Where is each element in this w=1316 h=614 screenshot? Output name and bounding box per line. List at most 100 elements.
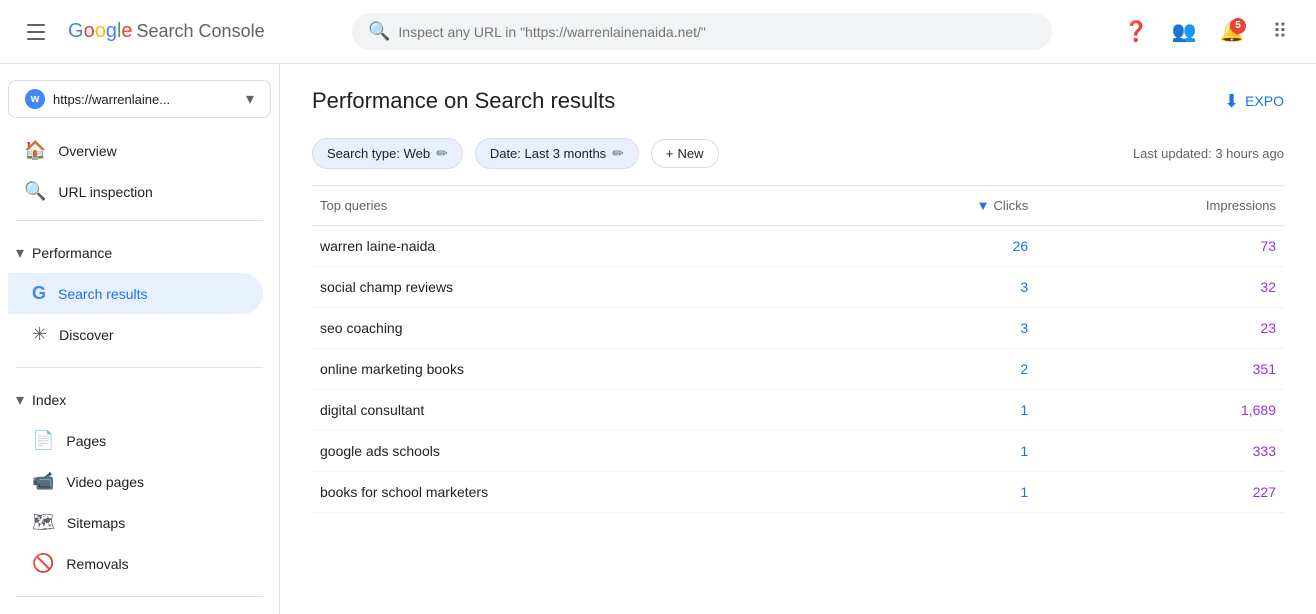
table-row: books for school marketers 1 227 <box>312 472 1284 513</box>
sidebar: w https://warrenlaine... ▾ 🏠 Overview 🔍 … <box>0 64 280 614</box>
sidebar-item-overview[interactable]: 🏠 Overview <box>0 130 263 171</box>
sidebar-item-url-inspection[interactable]: 🔍 URL inspection <box>0 171 263 212</box>
table-body: warren laine-naida 26 73 social champ re… <box>312 226 1284 513</box>
index-collapse-icon: ▾ <box>16 390 24 410</box>
query-cell: google ads schools <box>312 431 842 472</box>
site-url: https://warrenlaine... <box>53 92 238 107</box>
search-type-label: Search type: Web <box>327 146 430 161</box>
table-header-row: Top queries ▼ Clicks Impressions <box>312 186 1284 226</box>
table-row: google ads schools 1 333 <box>312 431 1284 472</box>
home-icon: 🏠 <box>24 140 46 161</box>
index-section-label: Index <box>32 392 66 408</box>
users-icon: 👥 <box>1172 19 1197 44</box>
sidebar-divider-3 <box>16 596 263 597</box>
impressions-cell: 1,689 <box>1036 390 1284 431</box>
export-button[interactable]: ⬇ EXPO <box>1224 91 1284 112</box>
impressions-cell: 333 <box>1036 431 1284 472</box>
queries-table: Top queries ▼ Clicks Impressions warren … <box>312 186 1284 513</box>
col-query: Top queries <box>312 186 842 226</box>
sort-down-icon: ▼ <box>977 198 990 213</box>
search-icon: 🔍 <box>368 21 390 42</box>
plus-icon: + <box>666 146 674 161</box>
experience-section: ▾ Experience <box>0 605 279 614</box>
topbar-actions: ❓ 👥 🔔 5 ⠿ <box>1116 12 1300 52</box>
date-filter[interactable]: Date: Last 3 months ✏ <box>475 138 639 169</box>
search-results-label: Search results <box>58 286 147 302</box>
help-button[interactable]: ❓ <box>1116 12 1156 52</box>
impressions-cell: 32 <box>1036 267 1284 308</box>
index-section-header[interactable]: ▾ Index <box>0 380 279 420</box>
removals-icon: 🚫 <box>32 553 54 574</box>
impressions-cell: 23 <box>1036 308 1284 349</box>
sidebar-item-search-results[interactable]: G Search results <box>8 273 263 314</box>
table-row: warren laine-naida 26 73 <box>312 226 1284 267</box>
users-button[interactable]: 👥 <box>1164 12 1204 52</box>
table-row: social champ reviews 3 32 <box>312 267 1284 308</box>
query-cell: digital consultant <box>312 390 842 431</box>
topbar: Google Search Console 🔍 ❓ 👥 🔔 5 ⠿ <box>0 0 1316 64</box>
performance-section-header[interactable]: ▾ Performance <box>0 233 279 273</box>
clicks-cell: 1 <box>842 472 1036 513</box>
search-type-edit-icon: ✏ <box>436 145 448 162</box>
query-cell: online marketing books <box>312 349 842 390</box>
notifications-button[interactable]: 🔔 5 <box>1212 12 1252 52</box>
logo-product-name: Search Console <box>137 21 265 42</box>
sidebar-divider-1 <box>16 220 263 221</box>
clicks-cell: 1 <box>842 390 1036 431</box>
sidebar-item-url-label: URL inspection <box>58 184 152 200</box>
clicks-cell: 3 <box>842 308 1036 349</box>
removals-label: Removals <box>66 556 128 572</box>
table-row: online marketing books 2 351 <box>312 349 1284 390</box>
impressions-cell: 351 <box>1036 349 1284 390</box>
video-pages-icon: 📹 <box>32 471 54 492</box>
sidebar-item-sitemaps[interactable]: 🗺 Sitemaps <box>8 502 263 543</box>
sitemaps-icon: 🗺 <box>32 512 55 533</box>
apps-button[interactable]: ⠿ <box>1260 12 1300 52</box>
url-search-bar[interactable]: 🔍 <box>352 13 1052 50</box>
clicks-cell: 26 <box>842 226 1036 267</box>
last-updated-text: Last updated: 3 hours ago <box>1133 146 1284 161</box>
col-impressions: Impressions <box>1036 186 1284 226</box>
site-selector[interactable]: w https://warrenlaine... ▾ <box>8 80 271 118</box>
date-filter-label: Date: Last 3 months <box>490 146 606 161</box>
discover-label: Discover <box>59 327 113 343</box>
new-filter-button[interactable]: + New <box>651 139 719 168</box>
new-filter-label: New <box>678 146 704 161</box>
page-header: Performance on Search results ⬇ EXPO <box>312 88 1284 114</box>
sidebar-item-pages[interactable]: 📄 Pages <box>8 420 263 461</box>
sidebar-item-video-pages[interactable]: 📹 Video pages <box>8 461 263 502</box>
index-section: ▾ Index 📄 Pages 📹 Video pages 🗺 Sitemaps… <box>0 376 279 588</box>
sidebar-item-overview-label: Overview <box>58 143 116 159</box>
performance-section: ▾ Performance G Search results ✳ Discove… <box>0 229 279 359</box>
sidebar-item-discover[interactable]: ✳ Discover <box>8 314 263 355</box>
hamburger-menu[interactable] <box>16 12 56 52</box>
index-children: 📄 Pages 📹 Video pages 🗺 Sitemaps 🚫 Remov… <box>0 420 279 584</box>
collapse-icon: ▾ <box>16 243 24 263</box>
sidebar-divider-2 <box>16 367 263 368</box>
pages-label: Pages <box>66 433 106 449</box>
experience-section-header[interactable]: ▾ Experience <box>0 609 279 614</box>
search-type-filter[interactable]: Search type: Web ✏ <box>312 138 463 169</box>
app-logo: Google Search Console <box>68 20 265 43</box>
download-icon: ⬇ <box>1224 91 1239 112</box>
logo-google-text: Google <box>68 20 133 43</box>
hamburger-icon <box>19 16 53 48</box>
discover-icon: ✳ <box>32 324 47 345</box>
search-icon: 🔍 <box>24 181 46 202</box>
clicks-cell: 2 <box>842 349 1036 390</box>
url-search-input[interactable] <box>398 24 1036 40</box>
impressions-cell: 73 <box>1036 226 1284 267</box>
site-dropdown-arrow: ▾ <box>246 89 254 109</box>
pages-icon: 📄 <box>32 430 54 451</box>
table-row: digital consultant 1 1,689 <box>312 390 1284 431</box>
query-cell: warren laine-naida <box>312 226 842 267</box>
google-g-icon: G <box>32 283 46 304</box>
sidebar-item-removals[interactable]: 🚫 Removals <box>8 543 263 584</box>
date-edit-icon: ✏ <box>612 145 624 162</box>
main-content: Performance on Search results ⬇ EXPO Sea… <box>280 64 1316 614</box>
query-cell: books for school marketers <box>312 472 842 513</box>
sitemaps-label: Sitemaps <box>67 515 125 531</box>
export-label: EXPO <box>1245 93 1284 109</box>
help-icon: ❓ <box>1124 19 1149 44</box>
table-row: seo coaching 3 23 <box>312 308 1284 349</box>
